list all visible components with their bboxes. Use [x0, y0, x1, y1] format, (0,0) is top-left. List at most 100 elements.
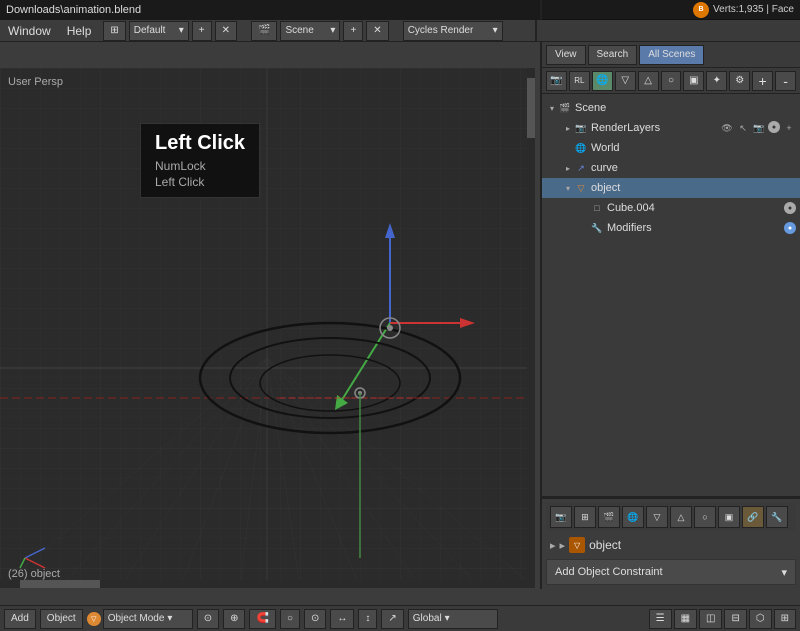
tooltip-box: Left Click NumLock Left Click	[140, 123, 260, 198]
viewport-scrollbar-v[interactable]	[527, 68, 535, 588]
ptool-add[interactable]: +	[752, 71, 773, 91]
pivot-btn2[interactable]: ⊕	[223, 609, 245, 629]
scene-close-btn[interactable]: ✕	[366, 21, 388, 41]
tree-object[interactable]: ▾ ▽ object	[542, 178, 800, 198]
ptool-world[interactable]: 🌐	[592, 71, 613, 91]
prop-icon-material[interactable]: ○	[694, 506, 716, 528]
pivot-btn1[interactable]: ⊙	[197, 609, 219, 629]
global-dropdown[interactable]: Global ▾	[408, 609, 498, 629]
scene-icon-btn[interactable]: 🎬	[251, 21, 277, 41]
manip-btn[interactable]: ↔	[330, 609, 354, 629]
curve-label: curve	[591, 162, 796, 174]
prop-icon-constraints[interactable]: 🔗	[742, 506, 764, 528]
ptool-mesh[interactable]: △	[638, 71, 659, 91]
chevron-down-icon2: ▾	[330, 25, 335, 36]
prop-edit-btn2[interactable]: ⊙	[304, 609, 326, 629]
scrollbar-thumb-v[interactable]	[527, 78, 535, 138]
render-icon[interactable]: 📷	[752, 121, 766, 135]
add-icon[interactable]: +	[782, 121, 796, 135]
mod-circle-icon[interactable]: ●	[784, 222, 796, 234]
renderlayers-actions: 👁 ↖ 📷 ● +	[720, 121, 796, 135]
scene-label: Scene	[575, 102, 796, 114]
snap-btn[interactable]: 🧲	[249, 609, 275, 629]
verts-info: Verts:1,935 | Face	[713, 4, 794, 15]
menu-help[interactable]: Help	[59, 20, 100, 42]
scene-dropdown[interactable]: Scene ▾	[280, 21, 340, 41]
render-engine-dropdown[interactable]: Cycles Render ▾	[403, 21, 503, 41]
add-button[interactable]: Add	[4, 609, 36, 629]
render-engine-label: Cycles Render	[408, 25, 474, 36]
select-icon[interactable]: ↖	[736, 121, 750, 135]
tree-modifiers[interactable]: 🔧 Modifiers ●	[542, 218, 800, 238]
layout-icon-btn[interactable]: ⊞	[103, 21, 125, 41]
prop-icon-texture[interactable]: ▣	[718, 506, 740, 528]
info-bar	[535, 20, 800, 42]
prop-icon-render[interactable]: ⊞	[574, 506, 596, 528]
eye-icon[interactable]: 👁	[720, 121, 734, 135]
tree-curve[interactable]: ▸ ↗ curve	[542, 158, 800, 178]
ptool-texture[interactable]: ▣	[683, 71, 704, 91]
tooltip-sub-text: Left Click	[155, 175, 245, 189]
modifier-icon: 🔧	[590, 221, 604, 235]
tree-renderlayers[interactable]: ▸ 📷 RenderLayers 👁 ↖ 📷 ● +	[542, 118, 800, 138]
mode-dropdown[interactable]: Object Mode ▾	[103, 609, 193, 629]
prop-icon-world[interactable]: 🌐	[622, 506, 644, 528]
prop-icon-mesh[interactable]: △	[670, 506, 692, 528]
add-constraint-label: Add Object Constraint	[555, 566, 663, 578]
ptool-object[interactable]: ▽	[615, 71, 636, 91]
object-count: (26) object	[8, 568, 60, 580]
tab-all-scenes[interactable]: All Scenes	[639, 45, 704, 65]
curve-icon: ↗	[574, 161, 588, 175]
viewport-scrollbar-h[interactable]	[0, 580, 535, 588]
manip-btn2[interactable]: ↕	[358, 609, 377, 629]
blender-logo-icon: B	[693, 2, 709, 18]
object-label-row: ▸ ▸ ▽ object	[546, 535, 796, 555]
ptool-subtract[interactable]: -	[775, 71, 796, 91]
object-name-label: object	[589, 538, 621, 552]
prop-icon-object[interactable]: ▽	[646, 506, 668, 528]
properties-section: 📷 ⊞ 🎬 🌐 ▽ △ ○ ▣ 🔗 🔧 ▸ ▸ ▽ object Add Obj…	[542, 499, 800, 589]
layout-dropdown[interactable]: Default ▾	[129, 21, 189, 41]
prop-icon-scene[interactable]: 🎬	[598, 506, 620, 528]
prop-icon-modifiers[interactable]: 🔧	[766, 506, 788, 528]
ptool-physics[interactable]: ⚙	[729, 71, 750, 91]
add-constraint-button[interactable]: Add Object Constraint ▾	[546, 559, 796, 585]
ptool-renderlayers[interactable]: RL	[569, 71, 590, 91]
modifiers-label: Modifiers	[607, 222, 784, 234]
layout-close-btn[interactable]: ✕	[215, 21, 237, 41]
object-label: object	[591, 182, 796, 194]
tree-cube004[interactable]: □ Cube.004 ●	[542, 198, 800, 218]
camera-icon[interactable]: ●	[768, 121, 780, 133]
object-button[interactable]: Object	[40, 609, 83, 629]
tab-search[interactable]: Search	[588, 45, 638, 65]
mode-chevron: ▾	[167, 613, 172, 624]
ptool-material[interactable]: ○	[661, 71, 682, 91]
cube-circle-icon[interactable]: ●	[784, 202, 796, 214]
scene-add-btn[interactable]: +	[343, 21, 363, 41]
mode-selector[interactable]: ▽ Object Mode ▾	[87, 609, 193, 629]
tree-arrow-object: ▾	[562, 182, 574, 194]
tree-scene-root[interactable]: ▾ 🎬 Scene	[542, 98, 800, 118]
tab-view[interactable]: View	[546, 45, 586, 65]
tree-arrow-rl: ▸	[562, 122, 574, 134]
object-icon: ▽	[574, 181, 588, 195]
icon-btn-1[interactable]: ☰	[649, 609, 672, 629]
prop-edit-btn[interactable]: ○	[280, 609, 300, 629]
add-constraint-chevron: ▾	[781, 566, 787, 579]
icon-btn-5[interactable]: ⬡	[749, 609, 772, 629]
icon-btn-6[interactable]: ⊞	[774, 609, 796, 629]
layout-add-btn[interactable]: +	[192, 21, 212, 41]
scrollbar-thumb-h[interactable]	[20, 580, 100, 588]
viewport[interactable]: User Persp Left Click NumLock Left Click…	[0, 68, 535, 588]
manip-btn3[interactable]: ↗	[381, 609, 403, 629]
icon-btn-4[interactable]: ⊟	[724, 609, 746, 629]
menu-window[interactable]: Window	[0, 20, 59, 42]
tree-world[interactable]: 🌐 World	[542, 138, 800, 158]
scene-icon: 🎬	[558, 101, 572, 115]
ptool-particle[interactable]: ✦	[706, 71, 727, 91]
ptool-camera[interactable]: 📷	[546, 71, 567, 91]
icon-btn-3[interactable]: ◫	[699, 609, 722, 629]
icon-btn-2[interactable]: ▦	[674, 609, 697, 629]
prop-icon-camera[interactable]: 📷	[550, 506, 572, 528]
statusbar-icons: ☰ ▦ ◫ ⊟ ⬡ ⊞	[649, 609, 796, 629]
